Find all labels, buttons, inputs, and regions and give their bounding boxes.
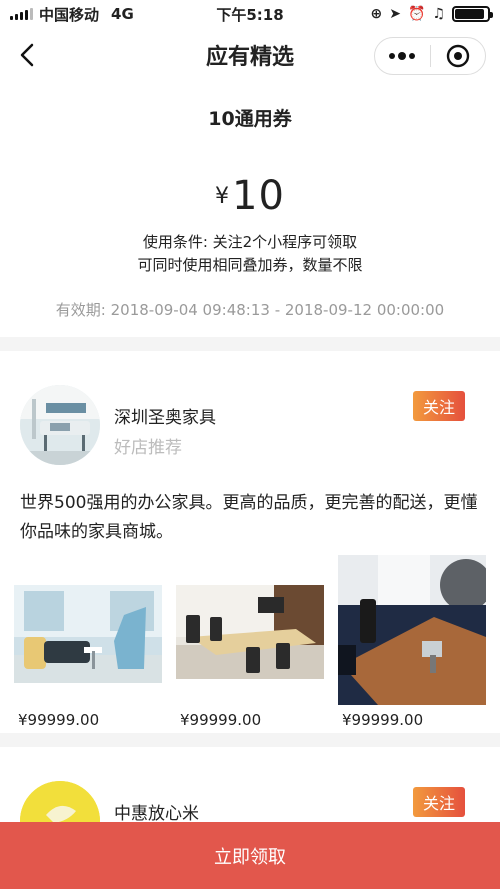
product-item[interactable]: ¥99999.00 bbox=[14, 585, 162, 735]
product-price: ¥99999.00 bbox=[18, 711, 100, 729]
follow-button[interactable]: 关注 bbox=[413, 787, 465, 817]
product-price: ¥99999.00 bbox=[180, 711, 262, 729]
condition-line-1: 使用条件: 关注2个小程序可领取 bbox=[142, 233, 358, 251]
signal-icon bbox=[10, 8, 33, 20]
chevron-left-icon[interactable] bbox=[14, 41, 42, 69]
headphones-icon: ♫ bbox=[432, 6, 445, 22]
store-avatar bbox=[20, 385, 100, 465]
status-bar: 中国移动 4G 下午5:18 ⊕ ➤ ⏰ ♫ bbox=[0, 0, 500, 28]
store-description: 世界500强用的办公家具。更高的品质，更完善的配送，更懂你品味的家具商城。 bbox=[20, 493, 478, 542]
nav-bar: 应有精选 bbox=[0, 28, 500, 82]
coupon-title: 10通用券 bbox=[208, 108, 292, 130]
more-dots-icon[interactable] bbox=[375, 38, 430, 74]
product-item[interactable]: ¥99999.00 bbox=[176, 585, 324, 735]
product-image bbox=[338, 555, 486, 705]
status-time: 下午5:18 bbox=[216, 5, 284, 24]
product-price: ¥99999.00 bbox=[342, 711, 424, 729]
status-right: ⊕ ➤ ⏰ ♫ bbox=[370, 6, 493, 22]
store-name: 中惠放心米 bbox=[114, 804, 199, 824]
carrier-name: 中国移动 bbox=[39, 5, 100, 24]
target-icon[interactable] bbox=[431, 38, 486, 74]
coupon-value: 10 bbox=[232, 173, 285, 219]
store-card[interactable]: 深圳圣奥家具 好店推荐 关注 世界500强用的办公家具。更高的品质，更完善的配送… bbox=[0, 351, 500, 733]
page-title: 应有精选 bbox=[205, 45, 294, 70]
status-left: 中国移动 4G bbox=[10, 4, 134, 25]
currency-symbol: ¥ bbox=[215, 184, 230, 209]
network-type: 4G bbox=[111, 5, 134, 23]
coupon-validity: 有效期: 2018-09-04 09:48:13 - 2018-09-12 00… bbox=[55, 301, 445, 319]
product-item[interactable]: ¥99999.00 bbox=[338, 555, 486, 735]
rotation-lock-icon: ⊕ bbox=[370, 6, 383, 22]
follow-button[interactable]: 关注 bbox=[413, 391, 465, 421]
battery-icon bbox=[452, 6, 493, 22]
coupon-amount: ¥10 bbox=[0, 173, 500, 219]
coupon-conditions: 使用条件: 关注2个小程序可领取 可同时使用相同叠加券，数量不限 bbox=[0, 231, 500, 277]
alarm-icon: ⏰ bbox=[408, 6, 426, 22]
product-image bbox=[176, 585, 324, 679]
location-icon: ➤ bbox=[389, 6, 401, 22]
mini-program-capsule bbox=[374, 37, 486, 75]
condition-line-2: 可同时使用相同叠加券，数量不限 bbox=[137, 256, 363, 274]
coupon-card: 10通用券 ¥10 使用条件: 关注2个小程序可领取 可同时使用相同叠加券，数量… bbox=[0, 82, 500, 337]
product-image bbox=[14, 585, 162, 683]
store-subtitle: 好店推荐 bbox=[114, 438, 182, 458]
claim-button[interactable]: 立即领取 bbox=[0, 822, 500, 889]
store-name: 深圳圣奥家具 bbox=[114, 408, 216, 428]
